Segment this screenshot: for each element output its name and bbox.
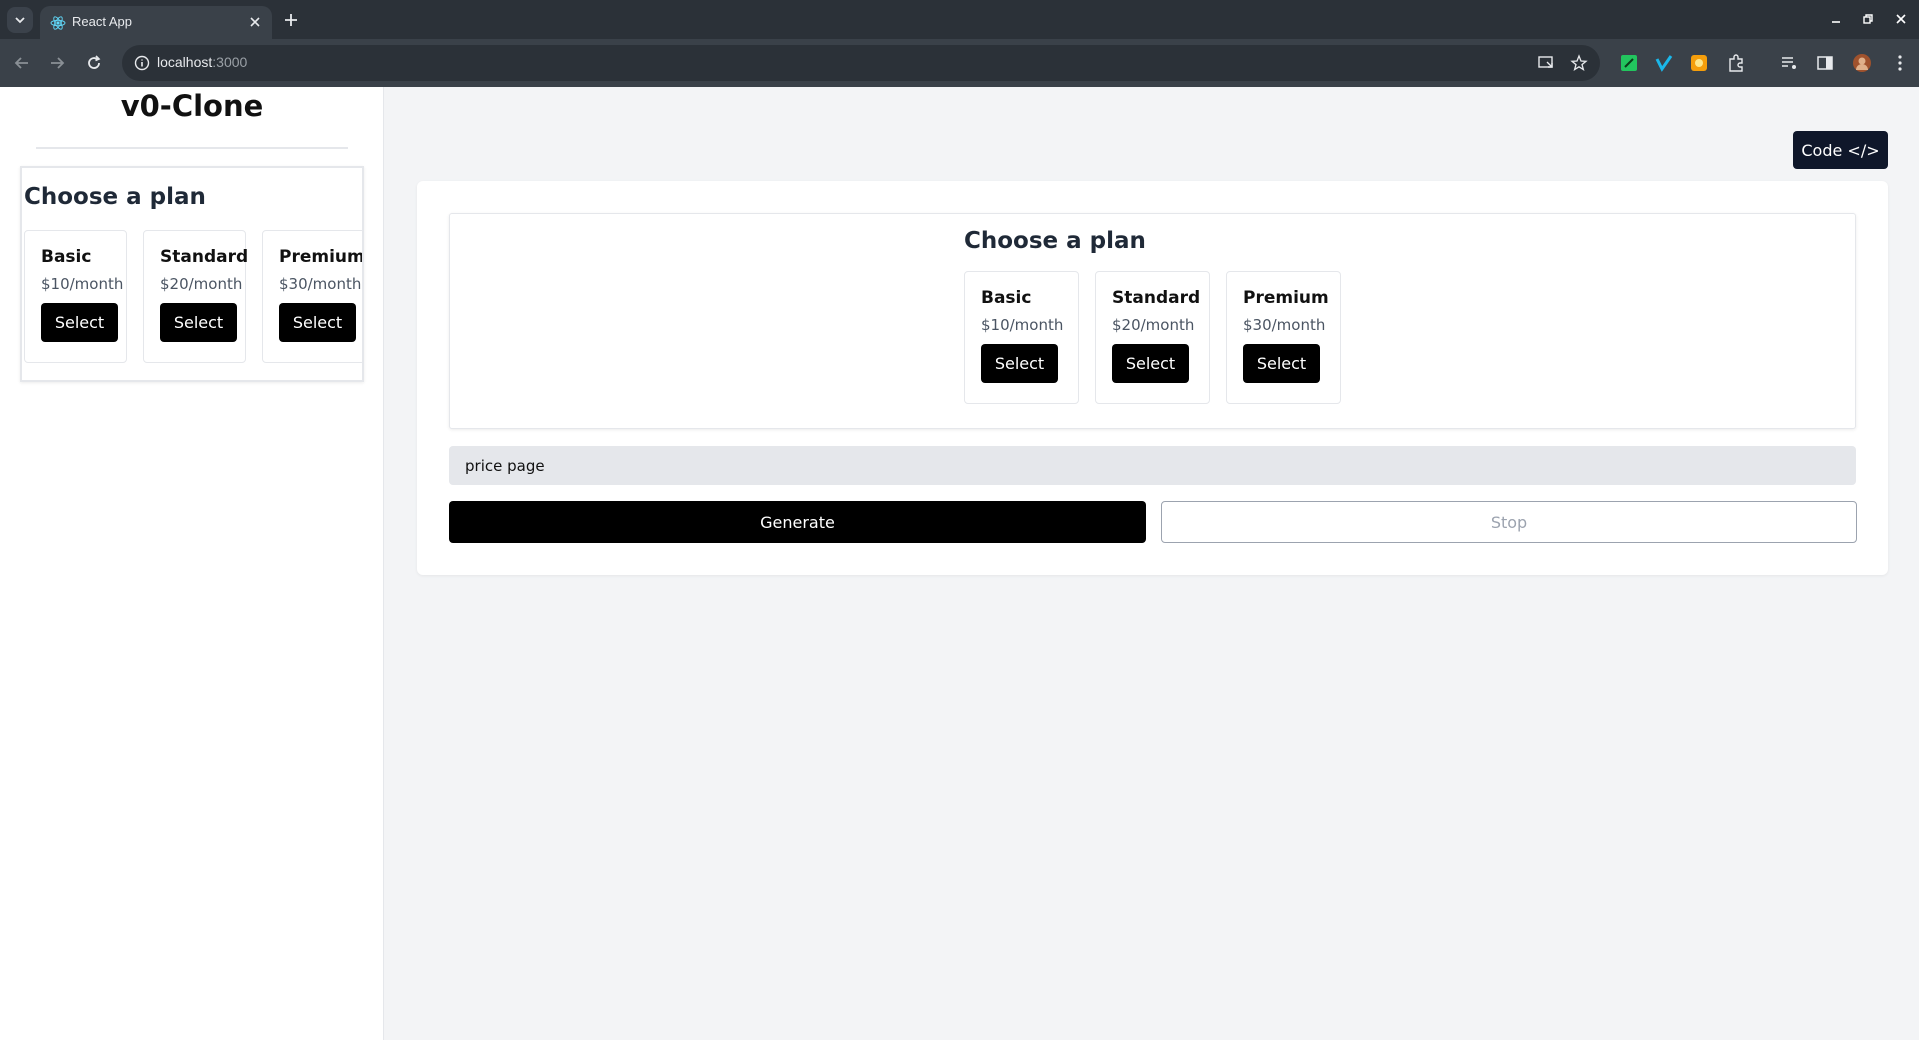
- browser-toolbar: localhost:3000: [0, 39, 1919, 87]
- page-viewport: v0-Clone Choose a plan Basic $10/month S…: [0, 87, 1919, 1040]
- main-panel: Choose a plan Basic $10/month Select Sta…: [417, 181, 1888, 575]
- plan-list: Basic $10/month Select Standard $20/mont…: [964, 271, 1341, 404]
- sidebar: v0-Clone Choose a plan Basic $10/month S…: [0, 87, 384, 1040]
- select-basic-button[interactable]: Select: [981, 344, 1058, 383]
- extension-icon[interactable]: [1726, 53, 1746, 73]
- close-icon[interactable]: [248, 15, 262, 29]
- plan-heading: Choose a plan: [964, 228, 1146, 254]
- plan-price: $10/month: [41, 275, 124, 293]
- plan-price: $20/month: [1112, 316, 1195, 334]
- star-icon[interactable]: [1570, 54, 1588, 72]
- sidebar-preview-card[interactable]: Choose a plan Basic $10/month Select Sta…: [20, 166, 364, 382]
- prompt-input[interactable]: [449, 446, 1856, 485]
- close-window-icon[interactable]: [1894, 12, 1908, 26]
- generated-preview: Choose a plan Basic $10/month Select Sta…: [449, 213, 1856, 429]
- plan-card-standard: Standard $20/month Select: [1095, 271, 1210, 404]
- stop-button[interactable]: Stop: [1161, 501, 1857, 543]
- plan-list: Basic $10/month Select Standard $20/mont…: [24, 230, 364, 363]
- more-icon[interactable]: [1890, 53, 1910, 73]
- media-icon[interactable]: [1779, 53, 1799, 73]
- info-icon[interactable]: [134, 55, 150, 71]
- select-standard-button[interactable]: Select: [160, 303, 237, 342]
- plan-name: Standard: [160, 247, 249, 267]
- plan-name: Basic: [41, 247, 92, 267]
- app-title: v0-Clone: [120, 89, 264, 123]
- preview-content: Choose a plan Basic $10/month Select Sta…: [964, 228, 1341, 404]
- plan-card-basic: Basic $10/month Select: [964, 271, 1079, 404]
- plan-name: Premium: [279, 247, 364, 267]
- vimeo-extension-icon[interactable]: [1654, 53, 1674, 73]
- select-premium-button[interactable]: Select: [1243, 344, 1320, 383]
- plan-card-premium: Premium $30/month Select: [1226, 271, 1341, 404]
- install-app-icon[interactable]: [1537, 54, 1555, 72]
- react-logo-icon: [50, 16, 66, 30]
- plan-name: Premium: [1243, 288, 1329, 308]
- tab-search-icon[interactable]: [7, 7, 33, 33]
- plan-name: Standard: [1112, 288, 1201, 308]
- select-basic-button[interactable]: Select: [41, 303, 118, 342]
- url-text: localhost:3000: [157, 54, 248, 70]
- plus-icon[interactable]: [282, 11, 300, 29]
- plan-name: Basic: [981, 288, 1032, 308]
- generate-button[interactable]: Generate: [449, 501, 1146, 543]
- browser-tab-bar: React App: [0, 0, 1919, 39]
- select-premium-button[interactable]: Select: [279, 303, 356, 342]
- select-standard-button[interactable]: Select: [1112, 344, 1189, 383]
- browser-tab[interactable]: React App: [40, 6, 272, 39]
- code-button[interactable]: Code </>: [1793, 131, 1888, 169]
- back-icon[interactable]: [12, 53, 32, 73]
- plan-price: $10/month: [981, 316, 1064, 334]
- extension-green-icon[interactable]: [1619, 53, 1639, 73]
- plan-price: $30/month: [279, 275, 362, 293]
- minimize-icon[interactable]: [1829, 12, 1843, 26]
- profile-avatar[interactable]: [1852, 53, 1872, 73]
- plan-heading: Choose a plan: [24, 184, 206, 210]
- plan-price: $20/month: [160, 275, 243, 293]
- address-bar[interactable]: localhost:3000: [122, 45, 1600, 81]
- plan-card-basic: Basic $10/month Select: [24, 230, 127, 363]
- restore-icon[interactable]: [1861, 12, 1875, 26]
- side-panel-icon[interactable]: [1815, 53, 1835, 73]
- tab-title: React App: [72, 14, 132, 29]
- forward-icon[interactable]: [47, 53, 67, 73]
- plan-card-premium: Premium $30/month Select: [262, 230, 364, 363]
- divider: [36, 147, 348, 149]
- extension-orange-icon[interactable]: [1689, 53, 1709, 73]
- plan-card-standard: Standard $20/month Select: [143, 230, 249, 363]
- reload-icon[interactable]: [84, 53, 104, 73]
- plan-price: $30/month: [1243, 316, 1326, 334]
